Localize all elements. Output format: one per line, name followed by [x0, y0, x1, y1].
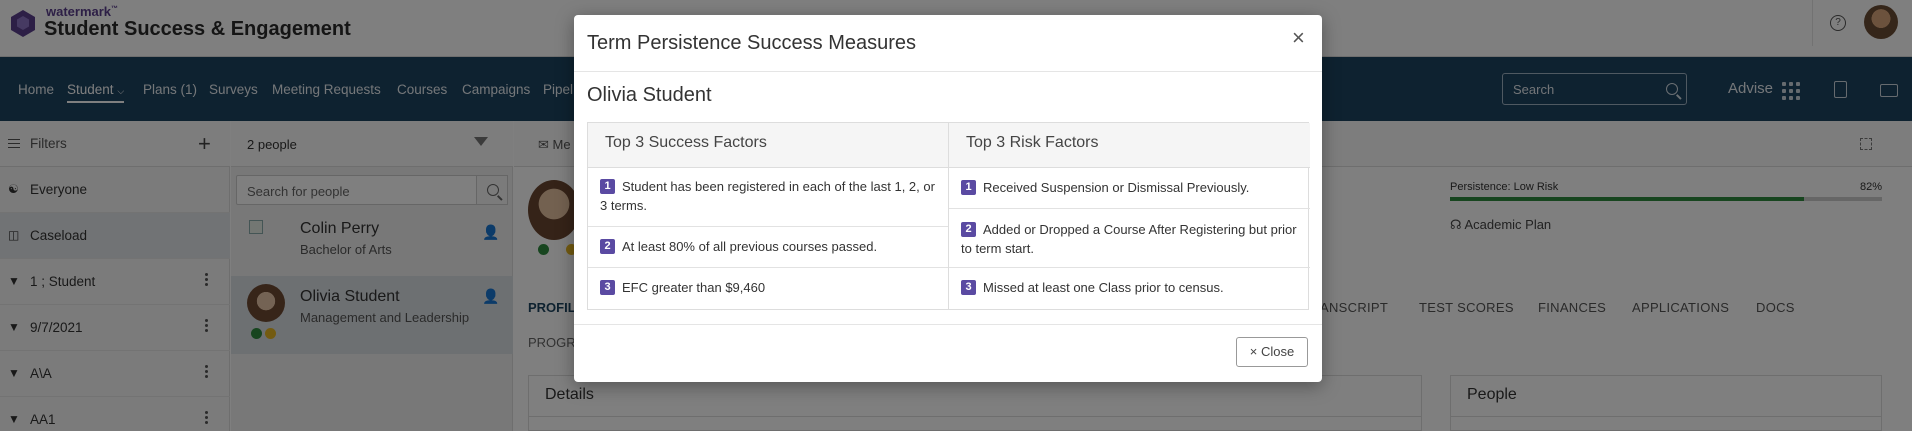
- modal-header-divider: [574, 71, 1322, 72]
- risk-factor-row: 3 Missed at least one Class prior to cen…: [949, 268, 1310, 309]
- persistence-modal: Term Persistence Success Measures × Oliv…: [574, 15, 1322, 382]
- modal-title: Term Persistence Success Measures: [587, 32, 917, 54]
- success-factor-row: 1 Student has been registered in each of…: [588, 168, 948, 227]
- risk-factors-column: Top 3 Risk Factors 1 Received Suspension…: [949, 123, 1310, 309]
- risk-factor-row: 1 Received Suspension or Dismissal Previ…: [949, 168, 1310, 209]
- close-icon[interactable]: ×: [1292, 25, 1305, 51]
- success-factor-row: 2 At least 80% of all previous courses p…: [588, 227, 948, 268]
- student-name: Olivia Student: [587, 84, 712, 106]
- close-button[interactable]: × Close: [1236, 337, 1308, 367]
- risk-factor-row: 2 Added or Dropped a Course After Regist…: [949, 209, 1310, 268]
- success-factors-column: Top 3 Success Factors 1 Student has been…: [588, 123, 949, 309]
- success-factors-header: Top 3 Success Factors: [588, 123, 948, 168]
- factors-table: Top 3 Success Factors 1 Student has been…: [587, 122, 1310, 310]
- risk-factors-header: Top 3 Risk Factors: [949, 123, 1310, 168]
- modal-footer-divider: [574, 324, 1322, 325]
- success-factor-row: 3 EFC greater than $9,460: [588, 268, 948, 309]
